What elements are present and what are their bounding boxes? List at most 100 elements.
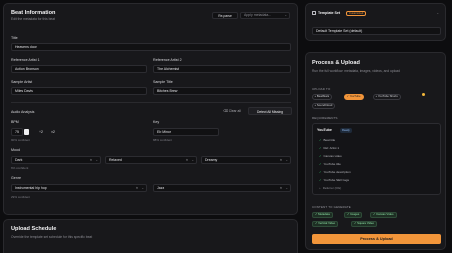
upload-to-label: UPLOAD TO [312,87,331,91]
chevron-down-icon: ⌄ [284,13,287,17]
chevron-down-icon[interactable]: ⌄ [436,11,439,15]
clear-icon[interactable]: × [136,185,138,191]
reparse-button[interactable]: Re-parse [212,12,238,19]
requirement-label: YouTube description [323,170,351,174]
clear-icon[interactable]: × [186,157,188,163]
title-input[interactable]: Heavens door [11,43,291,51]
genre-select-2[interactable]: Jazz × ⌄ [153,184,291,192]
generate-chip-label: Metadata [318,212,330,216]
bpm-halve-button[interactable]: ÷2 [36,128,46,136]
requirement-item: ✓ Ref. Artist 1 [319,146,339,150]
genre-label: Genre [11,176,21,180]
requirement-item: ✓ Canvas video [319,154,342,158]
template-set-label: Template Set [318,11,341,15]
process-upload-button[interactable]: Process & Upload [312,234,441,244]
clear-icon[interactable]: × [90,157,92,163]
check-icon: ✓ [319,138,322,142]
requirement-label: YouTube title [323,162,341,166]
platform-chip-label: SoundCloud [316,103,333,107]
check-icon: ✓ [319,170,322,174]
clear-icon[interactable]: × [280,157,282,163]
mood-value-2: Relaxed [109,158,122,162]
sample-artist-label: Sample Artist [11,80,33,84]
upload-schedule-card: Upload Schedule Override the template se… [3,219,298,253]
clear-all-button[interactable]: ⌫ Clear all [220,107,244,115]
generate-chip-label: Vertical Video [318,221,336,225]
requirement-label: Beat title [323,138,336,142]
generate-chip-images[interactable]: ✓ Images [344,212,363,218]
genre-confidence: 29% confident [11,195,31,199]
generate-chip-canvas-video[interactable]: ✓ Canvas Video [370,212,397,218]
title-label: Title [11,36,18,40]
bpm-double-button[interactable]: ×2 [48,128,58,136]
divider [11,102,291,103]
customized-badge: Customized [346,11,367,16]
template-set-select[interactable]: Default Template Set (default) [312,27,441,35]
platform-chip-label: YouTube [349,94,361,98]
chevron-down-icon: ⌄ [285,186,288,190]
beat-info-title: Beat Information [11,10,56,16]
requirement-item: ✓ YouTube SEO tags [319,178,349,182]
apply-metadata-select[interactable]: Apply metadata... ⌄ [240,12,290,19]
bpm-stepper-square[interactable] [24,129,29,135]
requirements-platform: YouTube [317,128,332,132]
platform-chip-youtube-shorts[interactable]: + YouTube Shorts [373,94,401,100]
mood-select-1[interactable]: Dark × ⌄ [11,156,101,164]
requirement-item: ✓ YouTube description [319,170,351,174]
bpm-label: BPM [11,120,19,124]
mood-value-1: Dark [15,158,23,162]
check-icon: ✓ [319,162,322,166]
generate-chip-metadata[interactable]: ✓ Metadata [312,212,333,218]
audio-analysis-title: Audio Analysis [11,110,35,114]
upload-schedule-title: Upload Schedule [11,226,57,232]
bpm-input[interactable]: 75 [11,128,23,136]
sample-artist-input[interactable]: Miles Davis [11,87,147,95]
template-icon [312,11,316,15]
platform-chip-beatstars[interactable]: + BeatStars [312,94,333,100]
optional-icon: + [319,186,321,190]
genre-select-1[interactable]: Instrumental hip hop × ⌄ [11,184,147,192]
process-title: Process & Upload [312,60,360,66]
requirement-item: ✓ Beat title [319,138,335,142]
content-to-generate-label: CONTENT TO GENERATE [312,205,351,209]
platform-chip-label: YouTube Shorts [377,94,398,98]
clear-all-label: Clear all [228,109,241,113]
mood-label: Mood [11,148,20,152]
key-confidence: 88% confident [153,138,173,142]
chevron-down-icon: ⌄ [285,158,288,162]
mood-value-3: Dreamy [205,158,218,162]
generate-chip-square-video[interactable]: ✓ Square Video [351,221,378,227]
ref-artist-1-input[interactable]: Action Bronson [11,65,147,73]
ref-artist-2-input[interactable]: The Alchemist [153,65,291,73]
ready-badge: Ready [340,128,352,133]
check-icon: ✓ [319,178,322,182]
platform-chip-youtube[interactable]: ✓ YouTube [344,94,364,100]
check-icon: ✓ [319,146,322,150]
detect-all-missing-button[interactable]: Detect All Missing [248,107,292,115]
sample-title-input[interactable]: Bitches Brew [153,87,291,95]
generate-chip-label: Images [350,212,360,216]
requirement-item: ✓ YouTube title [319,162,341,166]
beat-info-subtitle: Edit the metadata for this beat [11,17,55,21]
status-dot [422,93,425,96]
requirement-item: + Referrer (OG) [319,186,341,190]
beat-information-card: Beat Information Edit the metadata for t… [3,3,298,215]
chevron-down-icon: ⌄ [191,158,194,162]
apply-metadata-placeholder: Apply metadata... [244,13,272,17]
key-input[interactable]: Eb Minor [153,128,219,136]
template-set-card: Template Set Customized ⌄ Default Templa… [305,3,446,41]
bpm-confidence: 90% confident [11,138,31,142]
mood-select-2[interactable]: Relaxed × ⌄ [105,156,197,164]
sample-title-label: Sample Title [153,80,173,84]
platform-chip-soundcloud[interactable]: + SoundCloud [312,103,336,109]
mood-select-3[interactable]: Dreamy × ⌄ [201,156,291,164]
clear-icon[interactable]: × [280,185,282,191]
mood-confidence: 6% confident [11,166,29,170]
check-icon: ✓ [319,154,322,158]
requirement-label: Canvas video [323,154,342,158]
chevron-down-icon: ⌄ [141,186,144,190]
generate-chip-vertical-video[interactable]: ✓ Vertical Video [312,221,339,227]
requirement-label: Ref. Artist 1 [323,146,340,150]
generate-chip-label: Square Video [357,221,375,225]
platform-chip-label: BeatStars [316,94,330,98]
